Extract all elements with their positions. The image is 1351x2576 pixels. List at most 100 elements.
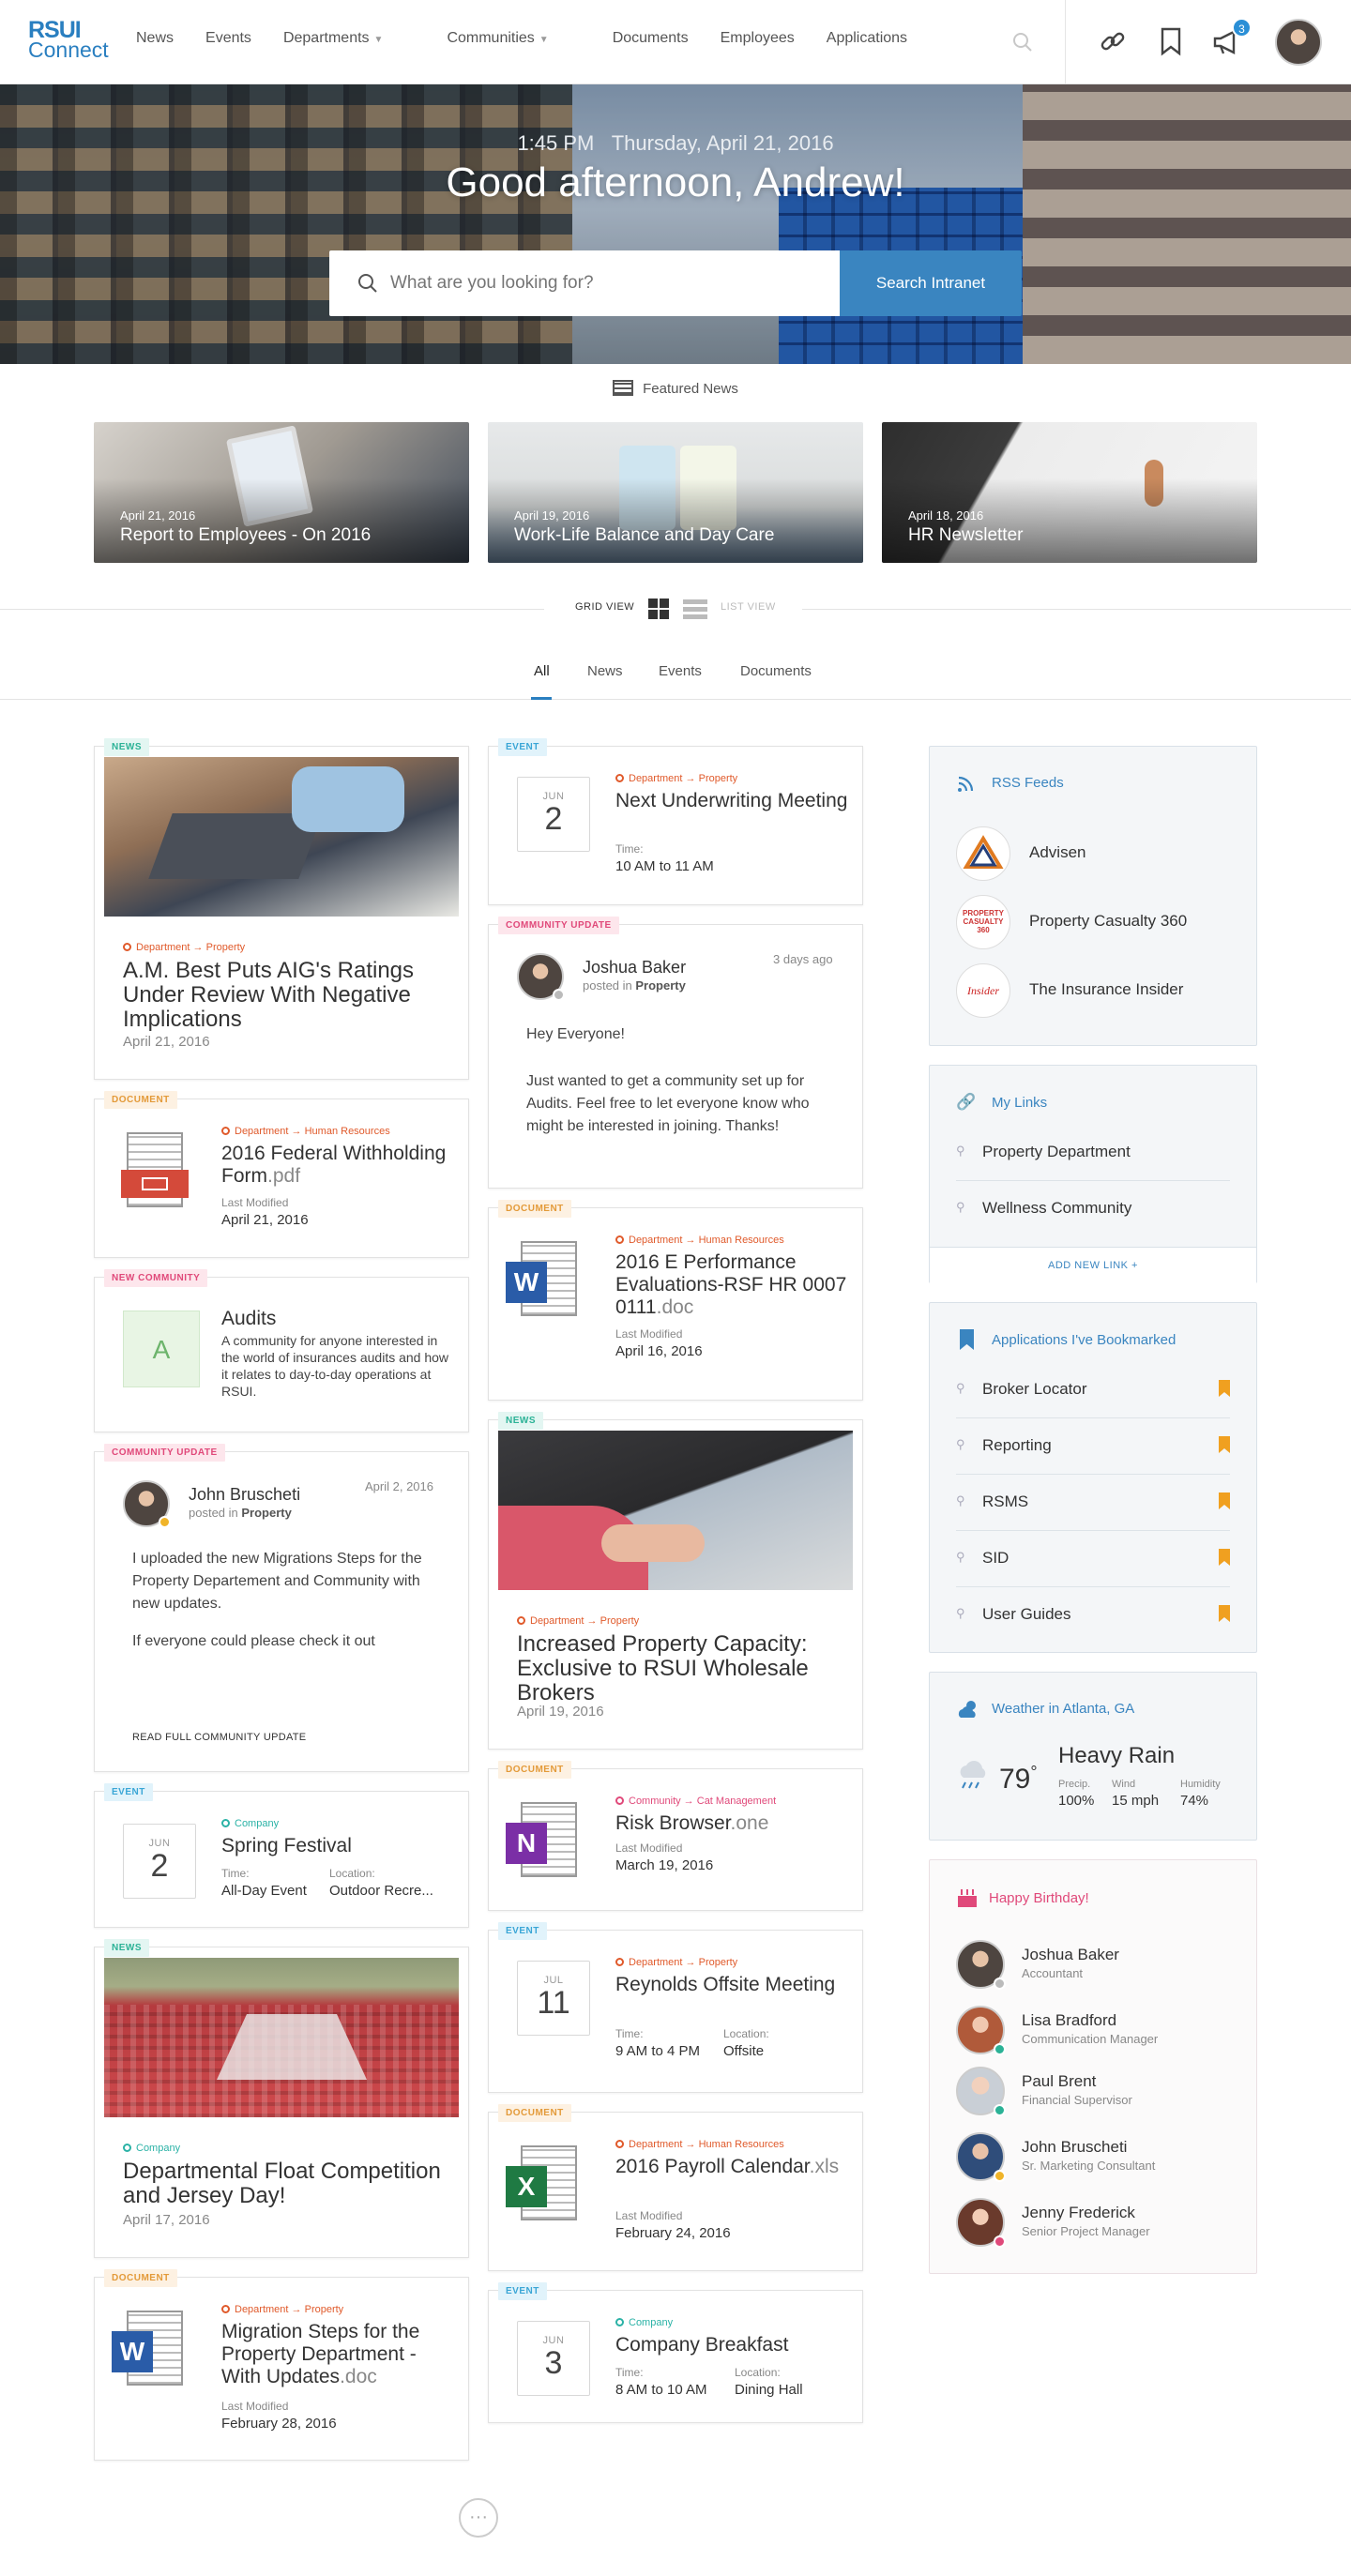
card-title[interactable]: Departmental Float Competition and Jerse… bbox=[123, 2159, 451, 2208]
card-title[interactable]: Spring Festival bbox=[221, 1835, 352, 1857]
featured-card-1[interactable]: April 21, 2016 Report to Employees - On … bbox=[94, 422, 469, 563]
birthday-panel: Happy Birthday! Joshua Baker Accountant L… bbox=[929, 1859, 1257, 2274]
search-input[interactable] bbox=[390, 250, 822, 316]
nav-events[interactable]: Events bbox=[205, 30, 251, 47]
featured-date: April 19, 2016 bbox=[514, 508, 590, 523]
nav-applications[interactable]: Applications bbox=[827, 30, 907, 47]
featured-card-2[interactable]: April 19, 2016 Work-Life Balance and Day… bbox=[488, 422, 863, 563]
card-title[interactable]: Migration Steps for the Property Departm… bbox=[221, 2321, 456, 2388]
user-avatar[interactable] bbox=[1275, 19, 1322, 66]
link-icon: ⚲ bbox=[956, 1200, 965, 1214]
event-card[interactable]: EVENT JUN 3 Company Company Breakfast Tim… bbox=[488, 2282, 863, 2423]
event-card[interactable]: EVENT JUN 2 Company Spring Festival Time:… bbox=[94, 1783, 469, 1928]
author-name[interactable]: John Bruscheti bbox=[189, 1485, 300, 1505]
tab-news[interactable]: News bbox=[587, 663, 623, 679]
birthday-person[interactable]: John Bruscheti Sr. Marketing Consultant bbox=[956, 2132, 1237, 2189]
bookmark-icon[interactable] bbox=[1159, 26, 1183, 56]
community-update-card[interactable]: COMMUNITY UPDATE John Bruscheti posted i… bbox=[94, 1444, 469, 1772]
card-title[interactable]: Audits bbox=[221, 1308, 276, 1330]
notification-badge: 3 bbox=[1232, 18, 1252, 38]
birthday-person[interactable]: Lisa Bradford Communication Manager bbox=[956, 2006, 1237, 2062]
grid-view-icon[interactable] bbox=[648, 599, 669, 619]
nav-employees[interactable]: Employees bbox=[721, 30, 795, 47]
document-card[interactable]: DOCUMENT W Department → Human Resources … bbox=[488, 1200, 863, 1401]
card-title[interactable]: Risk Browser.one bbox=[615, 1812, 850, 1835]
bookmark-icon[interactable] bbox=[1219, 1436, 1230, 1453]
search-icon[interactable] bbox=[1011, 31, 1034, 53]
birthday-person[interactable]: Joshua Baker Accountant bbox=[956, 1940, 1237, 1996]
featured-title: Report to Employees - On 2016 bbox=[120, 525, 372, 545]
birthday-person[interactable]: Paul Brent Financial Supervisor bbox=[956, 2067, 1237, 2123]
breadcrumb: Community → Cat Management bbox=[615, 1796, 776, 1807]
app-item[interactable]: ⚲ RSMS bbox=[956, 1475, 1230, 1531]
app-item[interactable]: ⚲ Reporting bbox=[956, 1418, 1230, 1475]
card-title[interactable]: A.M. Best Puts AIG's Ratings Under Revie… bbox=[123, 959, 451, 1032]
event-day: 3 bbox=[544, 2345, 563, 2381]
person-role: Senior Project Manager bbox=[1022, 2224, 1150, 2238]
bookmark-icon[interactable] bbox=[1219, 1493, 1230, 1509]
read-full-update-link[interactable]: READ FULL COMMUNITY UPDATE bbox=[132, 1732, 306, 1743]
document-card[interactable]: DOCUMENT W Department → Property Migrati… bbox=[94, 2269, 469, 2461]
status-away-icon bbox=[159, 1516, 171, 1528]
tab-documents[interactable]: Documents bbox=[740, 663, 812, 679]
rain-cloud-icon bbox=[960, 1761, 986, 1789]
card-title[interactable]: Next Underwriting Meeting bbox=[615, 790, 850, 812]
rss-feed-insurance-insider[interactable]: The Insurance Insider bbox=[1029, 980, 1183, 999]
logo[interactable]: RSUI Connect bbox=[28, 19, 109, 61]
app-item[interactable]: ⚲ Broker Locator bbox=[956, 1362, 1230, 1418]
news-card[interactable]: NEWS Department → Property Increased Pro… bbox=[488, 1412, 863, 1750]
news-card[interactable]: NEWS Department → Property A.M. Best Put… bbox=[94, 738, 469, 1080]
card-title[interactable]: 2016 Payroll Calendar.xls bbox=[615, 2156, 850, 2178]
search-intranet-button[interactable]: Search Intranet bbox=[840, 250, 1022, 316]
bookmark-icon[interactable] bbox=[1219, 1380, 1230, 1397]
event-card[interactable]: EVENT JUL 11 Department → Property Reynol… bbox=[488, 1922, 863, 2093]
add-new-link-button[interactable]: ADD NEW LINK + bbox=[930, 1247, 1256, 1283]
hero-overlay bbox=[0, 84, 1351, 364]
link-icon[interactable] bbox=[1098, 26, 1128, 56]
load-more-button[interactable]: ··· bbox=[459, 2498, 498, 2538]
time-label: Time: bbox=[615, 2027, 644, 2040]
last-modified-label: Last Modified bbox=[615, 1327, 683, 1341]
event-card[interactable]: EVENT JUN 2 Department → Property Next Un… bbox=[488, 738, 863, 905]
bookmark-icon[interactable] bbox=[1219, 1605, 1230, 1622]
hands-shape bbox=[601, 1524, 705, 1562]
rss-feed-property-casualty[interactable]: Property Casualty 360 bbox=[1029, 912, 1187, 931]
community-description: A community for anyone interested in the… bbox=[221, 1333, 449, 1399]
my-link-item[interactable]: ⚲ Wellness Community bbox=[956, 1181, 1230, 1237]
document-card[interactable]: DOCUMENT N Community → Cat Management Ri… bbox=[488, 1761, 863, 1911]
grid-view-label[interactable]: GRID VIEW bbox=[575, 601, 634, 613]
featured-card-3[interactable]: April 18, 2016 HR Newsletter bbox=[882, 422, 1257, 563]
hero-banner: 1:45 PM Thursday, April 21, 2016 Good af… bbox=[0, 84, 1351, 364]
my-link-item[interactable]: ⚲ Property Department bbox=[956, 1125, 1230, 1181]
new-community-card[interactable]: NEW COMMUNITY A Audits A community for a… bbox=[94, 1269, 469, 1432]
nav-departments[interactable]: Departments ▼ bbox=[283, 30, 416, 47]
news-card[interactable]: NEWS Company Departmental Float Competit… bbox=[94, 1939, 469, 2258]
search-container bbox=[329, 250, 840, 316]
nav-news[interactable]: News bbox=[136, 30, 174, 47]
laptop-typing-image bbox=[498, 1431, 853, 1590]
document-tag: DOCUMENT bbox=[104, 1091, 177, 1109]
card-title[interactable]: Increased Property Capacity: Exclusive t… bbox=[517, 1632, 845, 1705]
precip-label: Precip. bbox=[1058, 1779, 1091, 1790]
nav-documents[interactable]: Documents bbox=[613, 30, 689, 47]
card-title[interactable]: Company Breakfast bbox=[615, 2334, 788, 2356]
author-name[interactable]: Joshua Baker bbox=[583, 958, 686, 977]
community-update-card[interactable]: COMMUNITY UPDATE Joshua Baker posted in … bbox=[488, 917, 863, 1189]
document-card[interactable]: DOCUMENT X Department → Human Resources … bbox=[488, 2104, 863, 2271]
card-title[interactable]: Reynolds Offsite Meeting bbox=[615, 1974, 850, 1996]
breadcrumb: Company bbox=[221, 1818, 279, 1829]
birthday-person[interactable]: Jenny Frederick Senior Project Manager bbox=[956, 2198, 1237, 2254]
tab-events[interactable]: Events bbox=[659, 663, 702, 679]
tab-all[interactable]: All bbox=[534, 663, 550, 679]
app-item[interactable]: ⚲ User Guides bbox=[956, 1587, 1230, 1644]
bookmark-icon[interactable] bbox=[1219, 1549, 1230, 1566]
status-online-icon bbox=[994, 2104, 1006, 2116]
nav-communities[interactable]: Communities ▼ bbox=[447, 30, 580, 47]
card-title[interactable]: 2016 E Performance Evaluations-RSF HR 00… bbox=[615, 1251, 850, 1319]
rss-feed-advisen[interactable]: Advisen bbox=[1029, 843, 1085, 862]
app-item[interactable]: ⚲ SID bbox=[956, 1531, 1230, 1587]
document-card[interactable]: DOCUMENT Department → Human Resources 20… bbox=[94, 1091, 469, 1258]
card-title[interactable]: 2016 Federal Withholding Form.pdf bbox=[221, 1143, 456, 1188]
list-view-label[interactable]: LIST VIEW bbox=[721, 601, 776, 613]
list-view-icon[interactable] bbox=[683, 599, 707, 619]
